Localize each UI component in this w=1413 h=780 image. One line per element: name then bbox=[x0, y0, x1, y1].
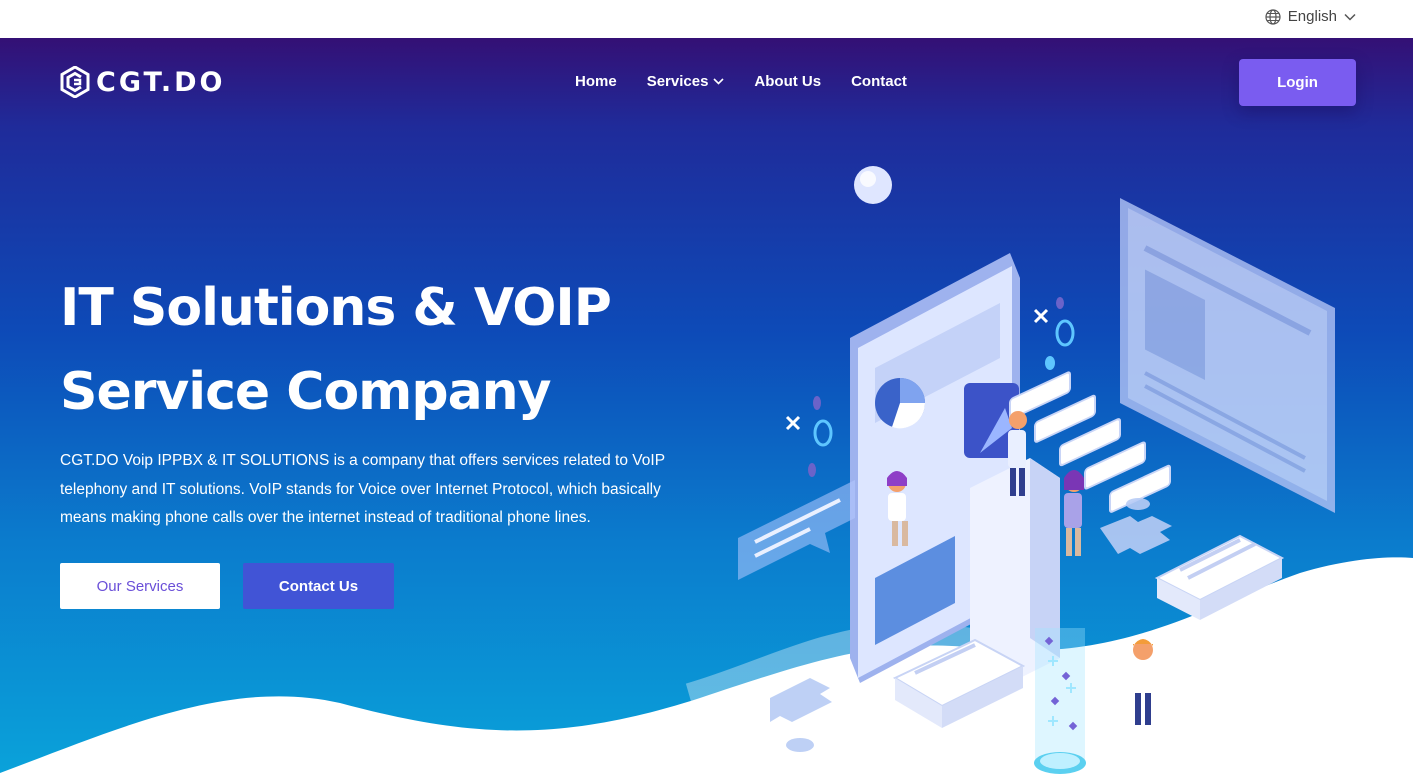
login-button[interactable]: Login bbox=[1239, 59, 1356, 106]
hero-title: IT Solutions & VOIP Service Company bbox=[60, 266, 612, 434]
nav-home[interactable]: Home bbox=[575, 73, 617, 90]
nav-about-label: About Us bbox=[754, 73, 822, 90]
nav-home-label: Home bbox=[575, 73, 617, 90]
top-utility-bar: English bbox=[0, 0, 1413, 38]
nav-services-label: Services bbox=[646, 73, 709, 90]
isometric-illustration bbox=[738, 166, 1335, 774]
brand-name: CGT.DO bbox=[96, 66, 226, 98]
nav-contact-label: Contact bbox=[851, 73, 907, 90]
chevron-down-icon bbox=[1344, 13, 1356, 21]
main-nav: Home Services About Us Contact bbox=[575, 73, 907, 90]
language-selector[interactable]: English bbox=[1265, 8, 1356, 25]
contact-us-button[interactable]: Contact Us bbox=[243, 563, 394, 609]
our-services-button[interactable]: Our Services bbox=[60, 563, 220, 609]
hero-title-line2: Service Company bbox=[60, 362, 552, 422]
chevron-down-icon bbox=[713, 78, 724, 85]
nav-about[interactable]: About Us bbox=[754, 73, 821, 90]
language-label: English bbox=[1287, 8, 1337, 25]
hero-section: CGT.DO Home Services About Us Contact Lo… bbox=[0, 38, 1413, 780]
nav-services[interactable]: Services bbox=[647, 73, 725, 90]
globe-icon bbox=[1265, 8, 1281, 25]
cgt-logo-mark bbox=[60, 66, 90, 98]
brand-logo[interactable]: CGT.DO bbox=[60, 66, 225, 98]
hero-title-line1: IT Solutions & VOIP bbox=[60, 278, 612, 338]
nav-contact[interactable]: Contact bbox=[851, 73, 907, 90]
hero-description: CGT.DO Voip IPPBX & IT SOLUTIONS is a co… bbox=[60, 452, 665, 526]
